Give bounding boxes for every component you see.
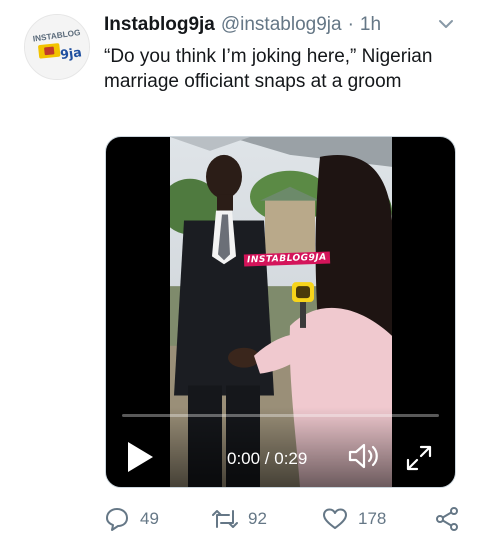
separator-dot: · bbox=[347, 14, 354, 35]
retweet-icon bbox=[212, 510, 238, 528]
avatar[interactable]: INSTABLOG 9ja bbox=[24, 14, 90, 80]
video-player[interactable]: INSTABLOG9JA 0:00 / 0:29 bbox=[105, 136, 456, 488]
instablog9ja-logo: INSTABLOG 9ja bbox=[25, 15, 89, 79]
retweet-count: 92 bbox=[248, 509, 267, 528]
expand-icon[interactable] bbox=[404, 443, 434, 473]
reply-count: 49 bbox=[140, 509, 159, 528]
share-button[interactable] bbox=[434, 505, 460, 533]
retweet-button[interactable]: 92 bbox=[212, 505, 267, 533]
like-button[interactable]: 178 bbox=[322, 505, 386, 533]
reply-button[interactable]: 49 bbox=[104, 505, 159, 533]
svg-text:9ja: 9ja bbox=[59, 44, 82, 62]
tweet-actions: 49 92 178 bbox=[104, 505, 464, 533]
play-icon[interactable] bbox=[124, 439, 156, 475]
like-count: 178 bbox=[358, 509, 387, 528]
reply-icon bbox=[106, 508, 128, 531]
share-icon bbox=[436, 507, 458, 531]
volume-icon[interactable] bbox=[347, 441, 381, 471]
video-timecode: 0:00 / 0:29 bbox=[227, 449, 308, 468]
tweet-text: “Do you think I’m joking here,” Nigerian… bbox=[104, 46, 433, 92]
author-name[interactable]: Instablog9ja bbox=[104, 14, 215, 36]
progress-bar[interactable] bbox=[122, 414, 439, 417]
video-controls: 0:00 / 0:29 bbox=[106, 407, 455, 487]
chevron-down-icon[interactable] bbox=[436, 14, 456, 34]
tweet-card[interactable]: INSTABLOG 9ja Instablog9ja @instablog9ja… bbox=[0, 0, 480, 542]
author-handle[interactable]: @instablog9ja bbox=[221, 14, 342, 36]
heart-icon bbox=[323, 508, 347, 529]
timestamp[interactable]: 1h bbox=[360, 14, 381, 36]
tweet-header: Instablog9ja @instablog9ja · 1h bbox=[104, 12, 456, 38]
